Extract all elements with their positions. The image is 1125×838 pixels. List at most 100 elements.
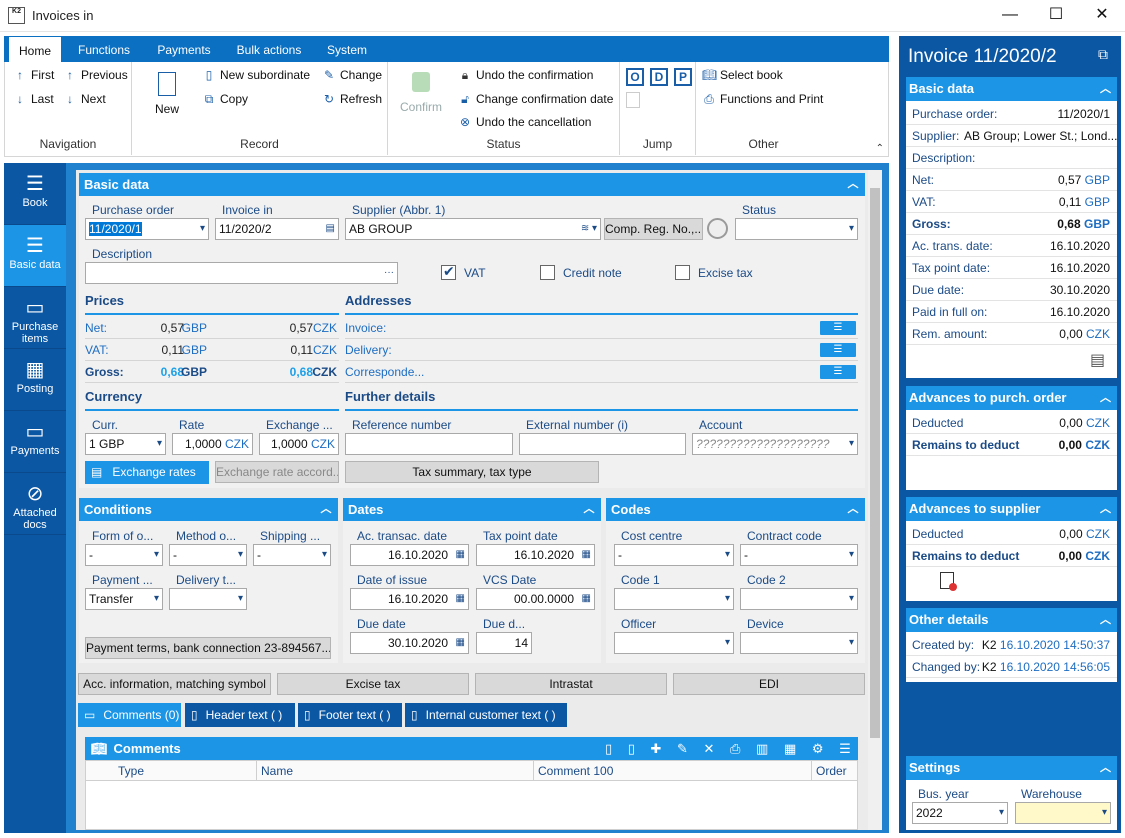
- change-confirmation-date-button[interactable]: 🔓︎ Change confirmation date: [458, 92, 613, 107]
- acc-info-button[interactable]: Acc. information, matching symbol: [78, 673, 271, 695]
- collapse-icon[interactable]: ︿: [845, 502, 861, 516]
- col-type[interactable]: Type: [118, 764, 144, 778]
- company-reg-button[interactable]: Comp. Reg. No.,...: [604, 218, 703, 240]
- collapse-icon[interactable]: ︿: [1100, 497, 1111, 521]
- cost-centre-select[interactable]: - ▾: [614, 544, 734, 566]
- nav-payments[interactable]: ▭ Payments: [4, 411, 66, 473]
- collapse-icon[interactable]: ︿: [581, 502, 597, 516]
- tab-bulk-actions[interactable]: Bulk actions: [232, 36, 306, 62]
- vcs-date-input[interactable]: 00.00.0000 ▦: [476, 588, 595, 610]
- nav-purchase-items[interactable]: ▭ Purchase items: [4, 287, 66, 349]
- invoice-in-input[interactable]: 11/2020/2 ▤: [215, 218, 339, 240]
- address-menu-icon[interactable]: ☰: [820, 321, 856, 335]
- status-select[interactable]: ▾: [735, 218, 858, 240]
- close-button[interactable]: ✕: [1079, 0, 1125, 32]
- method-select[interactable]: - ▾: [169, 544, 247, 566]
- address-menu-icon[interactable]: ☰: [820, 365, 856, 379]
- collapse-icon[interactable]: ︿: [1100, 77, 1111, 101]
- collapse-icon[interactable]: ︿: [1100, 608, 1111, 632]
- first-button[interactable]: ↑ First: [13, 68, 54, 82]
- reference-number-input[interactable]: [345, 433, 513, 455]
- nav-attached-docs[interactable]: ⊘ Attached docs: [4, 473, 66, 535]
- tab-footer-text[interactable]: ▯ Footer text ( ): [298, 703, 402, 727]
- undo-cancellation-button[interactable]: ⊗ Undo the cancellation: [458, 115, 591, 129]
- intrastat-button[interactable]: Intrastat: [475, 673, 667, 695]
- select-book-button[interactable]: 📖︎ Select book: [702, 68, 783, 82]
- last-button[interactable]: ↓ Last: [13, 92, 54, 106]
- tab-header-text[interactable]: ▯ Header text ( ): [185, 703, 295, 727]
- shipping-select[interactable]: - ▾: [253, 544, 331, 566]
- new-button[interactable]: New: [152, 72, 182, 116]
- nav-posting[interactable]: ▦ Posting: [4, 349, 66, 411]
- nav-basic-data[interactable]: ☰ Basic data: [4, 225, 66, 287]
- payment-terms-button[interactable]: Payment terms, bank connection 23-894567…: [85, 637, 331, 659]
- calendar-icon[interactable]: ▦: [582, 545, 591, 565]
- ellipsis-icon[interactable]: ···: [384, 263, 394, 283]
- account-select[interactable]: ???????????????????? ▾: [692, 433, 858, 455]
- exchange-rate-accord-button[interactable]: Exchange rate accord...: [215, 461, 339, 483]
- tab-internal-customer-text[interactable]: ▯ Internal customer text ( ): [405, 703, 567, 727]
- calendar-icon[interactable]: ▦: [456, 589, 465, 609]
- code2-select[interactable]: ▾: [740, 588, 858, 610]
- collapse-icon[interactable]: ︿: [845, 177, 861, 191]
- exchange-rates-button[interactable]: ▤ Exchange rates: [85, 461, 209, 484]
- due-days-input[interactable]: 14: [476, 632, 532, 654]
- excise-tax-button[interactable]: Excise tax: [277, 673, 469, 695]
- description-input[interactable]: ···: [85, 262, 398, 284]
- col-order[interactable]: Order: [811, 761, 847, 781]
- next-button[interactable]: ↓ Next: [63, 92, 106, 106]
- edi-button[interactable]: EDI: [673, 673, 865, 695]
- tax-summary-button[interactable]: Tax summary, tax type: [345, 461, 599, 483]
- purchase-order-input[interactable]: 11/2020/1 ▾: [85, 218, 209, 240]
- grid-toolbar[interactable]: ▯ ▯ ✚ ✎ ✕ ⎙ ▥ ▦ ⚙ ☰: [605, 737, 857, 760]
- rate-input[interactable]: 1,0000 CZK: [172, 433, 253, 455]
- jump-o-button[interactable]: O: [626, 68, 644, 86]
- tax-point-date-input[interactable]: 16.10.2020 ▦: [476, 544, 595, 566]
- col-comment100[interactable]: Comment 100: [533, 761, 613, 781]
- supplier-input[interactable]: AB GROUP ≋ ▾: [345, 218, 601, 240]
- calendar-icon[interactable]: ▦: [456, 633, 465, 653]
- popout-icon[interactable]: ⧉: [1098, 46, 1108, 63]
- previous-button[interactable]: ↑ Previous: [63, 68, 128, 82]
- delivery-terms-select[interactable]: ▾: [169, 588, 247, 610]
- document-icon[interactable]: ▤: [1090, 350, 1105, 370]
- maximize-button[interactable]: ☐: [1033, 0, 1079, 32]
- form-select[interactable]: - ▾: [85, 544, 163, 566]
- excise-tax-checkbox[interactable]: [675, 265, 690, 280]
- contract-code-select[interactable]: - ▾: [740, 544, 858, 566]
- vertical-scrollbar[interactable]: [868, 170, 882, 830]
- confirm-button[interactable]: Confirm: [398, 72, 444, 114]
- calendar-icon[interactable]: ▦: [582, 589, 591, 609]
- new-subordinate-button[interactable]: ▯ New subordinate: [202, 68, 310, 82]
- tab-home[interactable]: Home: [8, 36, 62, 62]
- due-date-input[interactable]: 30.10.2020 ▦: [350, 632, 469, 654]
- document-warning-icon[interactable]: [940, 572, 957, 591]
- minimize-button[interactable]: —: [987, 0, 1033, 32]
- warehouse-select[interactable]: ▾: [1015, 802, 1111, 824]
- currency-select[interactable]: 1 GBP ▾: [85, 433, 166, 455]
- tab-functions[interactable]: Functions: [72, 36, 136, 62]
- exchange-input[interactable]: 1,0000 CZK: [259, 433, 339, 455]
- copy-button[interactable]: ⧉ Copy: [202, 92, 248, 107]
- address-menu-icon[interactable]: ☰: [820, 343, 856, 357]
- collapse-icon[interactable]: ︿: [318, 502, 334, 516]
- bus-year-select[interactable]: 2022 ▾: [912, 802, 1008, 824]
- col-name[interactable]: Name: [256, 761, 293, 781]
- collapse-ribbon-icon[interactable]: ⌃: [876, 143, 884, 154]
- payment-select[interactable]: Transfer ▾: [85, 588, 163, 610]
- tab-system[interactable]: System: [322, 36, 372, 62]
- credit-note-checkbox[interactable]: [540, 265, 555, 280]
- tab-payments[interactable]: Payments: [152, 36, 216, 62]
- functions-print-button[interactable]: ⎙ Functions and Print: [702, 92, 823, 107]
- change-button[interactable]: ✎ Change: [322, 68, 382, 82]
- date-of-issue-input[interactable]: 16.10.2020 ▦: [350, 588, 469, 610]
- vat-checkbox[interactable]: [441, 263, 456, 280]
- code1-select[interactable]: ▾: [614, 588, 734, 610]
- calendar-icon[interactable]: ▦: [456, 545, 465, 565]
- jump-p-button[interactable]: P: [674, 68, 692, 86]
- nav-book[interactable]: ☰ Book: [4, 163, 66, 225]
- jump-d-button[interactable]: D: [650, 68, 668, 86]
- external-number-input[interactable]: [519, 433, 686, 455]
- refresh-button[interactable]: ↻ Refresh: [322, 92, 382, 106]
- tab-comments[interactable]: ▭ Comments (0): [78, 703, 181, 727]
